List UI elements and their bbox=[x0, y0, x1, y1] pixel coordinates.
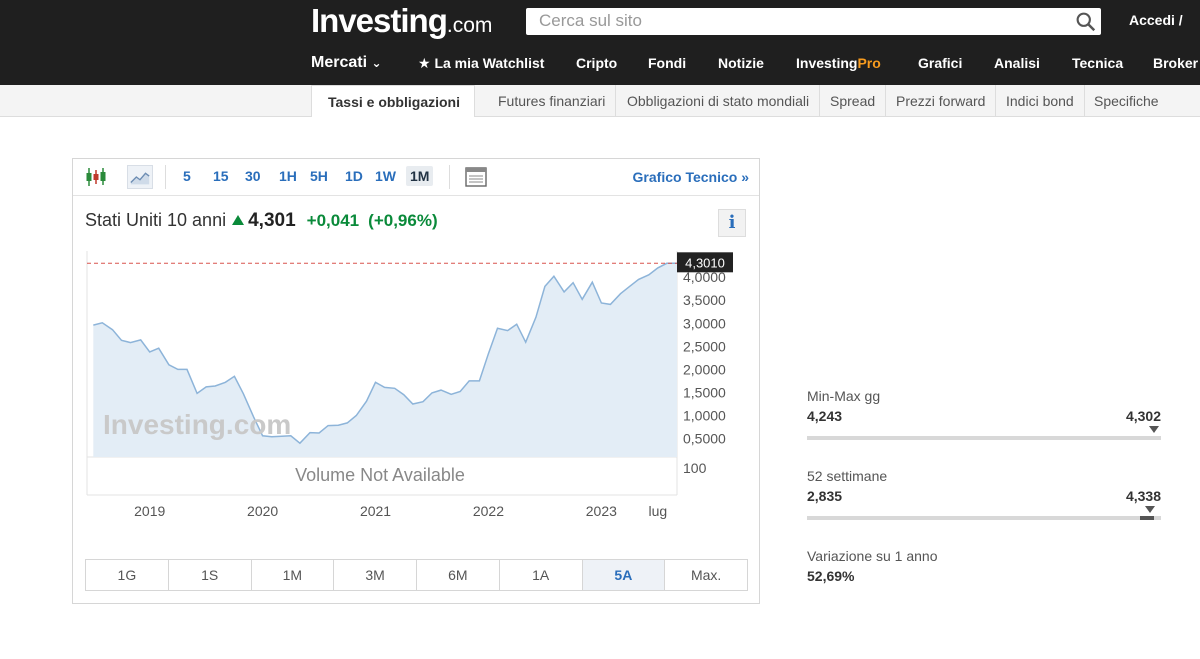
timeframe-1m[interactable]: 1M bbox=[406, 166, 434, 186]
subtab-indici-bond[interactable]: Indici bond bbox=[996, 85, 1085, 117]
top-bar: Investing.com Cerca sul sito Accedi / Me… bbox=[0, 0, 1200, 85]
chevron-down-icon: ⌄ bbox=[371, 56, 382, 70]
x-tick-label: 2019 bbox=[134, 503, 165, 519]
week52-range-label: 52 settimane bbox=[807, 468, 888, 484]
range-1g[interactable]: 1G bbox=[86, 560, 169, 590]
subtab-prezzi-forward[interactable]: Prezzi forward bbox=[886, 85, 997, 117]
nav-analisi[interactable]: Analisi bbox=[994, 55, 1040, 71]
day-min: 4,243 bbox=[807, 408, 843, 424]
price-label-box: 4,3010 bbox=[677, 252, 733, 273]
x-tick-label: 2020 bbox=[247, 503, 278, 519]
candlestick-icon[interactable] bbox=[83, 165, 109, 189]
instrument-name: Stati Uniti 10 anni bbox=[85, 210, 227, 230]
technical-chart-link[interactable]: Grafico Tecnico » bbox=[633, 169, 749, 185]
nav-tecnica[interactable]: Tecnica bbox=[1072, 55, 1123, 71]
range-1m[interactable]: 1M bbox=[252, 560, 335, 590]
search-icon[interactable] bbox=[1075, 11, 1096, 32]
subtab-specifiche[interactable]: Specifiche bbox=[1084, 85, 1169, 117]
week52-range-fill bbox=[1140, 516, 1155, 520]
quote-header: Stati Uniti 10 anni 4,301 +0,041 (+0,96%) bbox=[85, 210, 438, 232]
day-max: 4,302 bbox=[1125, 408, 1161, 424]
year-change-label: Variazione su 1 anno bbox=[807, 548, 938, 564]
last-price: 4,301 bbox=[248, 210, 296, 231]
timeframe-1h[interactable]: 1H bbox=[279, 168, 297, 184]
search-input[interactable]: Cerca sul sito bbox=[539, 11, 642, 31]
week52-range-values: 2,835 4,338 bbox=[807, 488, 1161, 510]
range-3m[interactable]: 3M bbox=[334, 560, 417, 590]
range-max[interactable]: Max. bbox=[665, 560, 747, 590]
day-range-bar bbox=[807, 426, 1161, 440]
price-chart[interactable]: Investing.com Volume Not Available 4,000… bbox=[73, 249, 759, 555]
x-tick-label: 2022 bbox=[473, 503, 504, 519]
site-logo[interactable]: Investing.com bbox=[311, 2, 492, 40]
subtab-spread[interactable]: Spread bbox=[820, 85, 887, 117]
search-box[interactable]: Cerca sul sito bbox=[526, 8, 1101, 35]
week52-min: 2,835 bbox=[807, 488, 843, 504]
volume-tick-label: 100 bbox=[683, 460, 707, 476]
chart-widget: 5 15 30 1H 5H 1D 1W 1M Grafico Tecnico »… bbox=[72, 158, 760, 604]
week52-range-marker bbox=[1145, 506, 1156, 513]
nav-watchlist[interactable]: ★ La mia Watchlist bbox=[418, 55, 544, 72]
nav-broker[interactable]: Broker bbox=[1153, 55, 1198, 71]
price-change: +0,041 bbox=[306, 211, 360, 230]
x-tick-label: 2021 bbox=[360, 503, 391, 519]
day-range-marker bbox=[1148, 426, 1159, 433]
sub-nav: Tassi e obbligazioni Futures finanziari … bbox=[0, 85, 1200, 117]
timeframe-1d[interactable]: 1D bbox=[345, 168, 363, 184]
day-range-values: 4,243 4,302 bbox=[807, 408, 1161, 430]
watermark: Investing.com bbox=[103, 409, 291, 440]
timeframe-15[interactable]: 15 bbox=[213, 168, 229, 184]
y-tick-label: 3,5000 bbox=[683, 292, 726, 308]
area-chart-icon[interactable] bbox=[127, 165, 153, 189]
y-tick-label: 1,0000 bbox=[683, 407, 726, 423]
logo-text: Investing bbox=[311, 2, 448, 39]
day-range-label: Min-Max gg bbox=[807, 388, 881, 404]
nav-notizie[interactable]: Notizie bbox=[718, 55, 764, 71]
y-tick-label: 2,5000 bbox=[683, 338, 726, 354]
range-6m[interactable]: 6M bbox=[417, 560, 500, 590]
week52-max: 4,338 bbox=[1125, 488, 1161, 504]
range-5a[interactable]: 5A bbox=[582, 560, 666, 590]
nav-investingpro[interactable]: InvestingPro bbox=[796, 55, 881, 71]
stats-panel: Min-Max gg 4,243 4,302 52 settimane 2,83… bbox=[807, 388, 1161, 590]
subtab-obbligazioni[interactable]: Obbligazioni di stato mondiali bbox=[617, 85, 821, 117]
y-tick-label: 1,5000 bbox=[683, 384, 726, 400]
main-nav: Mercati ⌄ ★ La mia Watchlist Cripto Fond… bbox=[0, 50, 1200, 80]
toolbar-divider bbox=[165, 165, 166, 189]
star-icon: ★ bbox=[418, 55, 431, 71]
year-change-value: 52,69% bbox=[807, 568, 855, 584]
x-tick-label: lug bbox=[648, 503, 667, 519]
y-tick-label: 2,0000 bbox=[683, 361, 726, 377]
x-tick-label: 2023 bbox=[586, 503, 617, 519]
chart-toolbar: 5 15 30 1H 5H 1D 1W 1M Grafico Tecnico » bbox=[73, 159, 759, 196]
volume-note: Volume Not Available bbox=[295, 465, 465, 485]
y-tick-label: 3,0000 bbox=[683, 315, 726, 331]
subtab-tassi[interactable]: Tassi e obbligazioni bbox=[311, 85, 475, 117]
nav-fondi[interactable]: Fondi bbox=[648, 55, 686, 71]
y-tick-label: 0,5000 bbox=[683, 431, 726, 447]
timeframe-5[interactable]: 5 bbox=[183, 168, 191, 184]
range-1a[interactable]: 1A bbox=[500, 560, 583, 590]
timeframe-30[interactable]: 30 bbox=[245, 168, 261, 184]
nav-grafici[interactable]: Grafici bbox=[918, 55, 962, 71]
login-link[interactable]: Accedi / bbox=[1129, 12, 1183, 28]
up-arrow-icon bbox=[232, 215, 245, 225]
range-selector: 1G 1S 1M 3M 6M 1A 5A Max. bbox=[85, 559, 748, 591]
subtab-futures[interactable]: Futures finanziari bbox=[488, 85, 617, 117]
info-icon[interactable]: i bbox=[718, 209, 746, 237]
week52-range-bar bbox=[807, 506, 1161, 520]
price-label: 4,3010 bbox=[685, 255, 725, 270]
table-view-icon[interactable] bbox=[463, 165, 489, 189]
nav-cripto[interactable]: Cripto bbox=[576, 55, 617, 71]
price-change-percent: (+0,96%) bbox=[368, 211, 438, 230]
toolbar-divider bbox=[449, 165, 450, 189]
range-1s[interactable]: 1S bbox=[169, 560, 252, 590]
logo-suffix: .com bbox=[446, 14, 493, 37]
nav-mercati[interactable]: Mercati ⌄ bbox=[311, 54, 382, 72]
timeframe-1w[interactable]: 1W bbox=[375, 168, 396, 184]
timeframe-5h[interactable]: 5H bbox=[310, 168, 328, 184]
